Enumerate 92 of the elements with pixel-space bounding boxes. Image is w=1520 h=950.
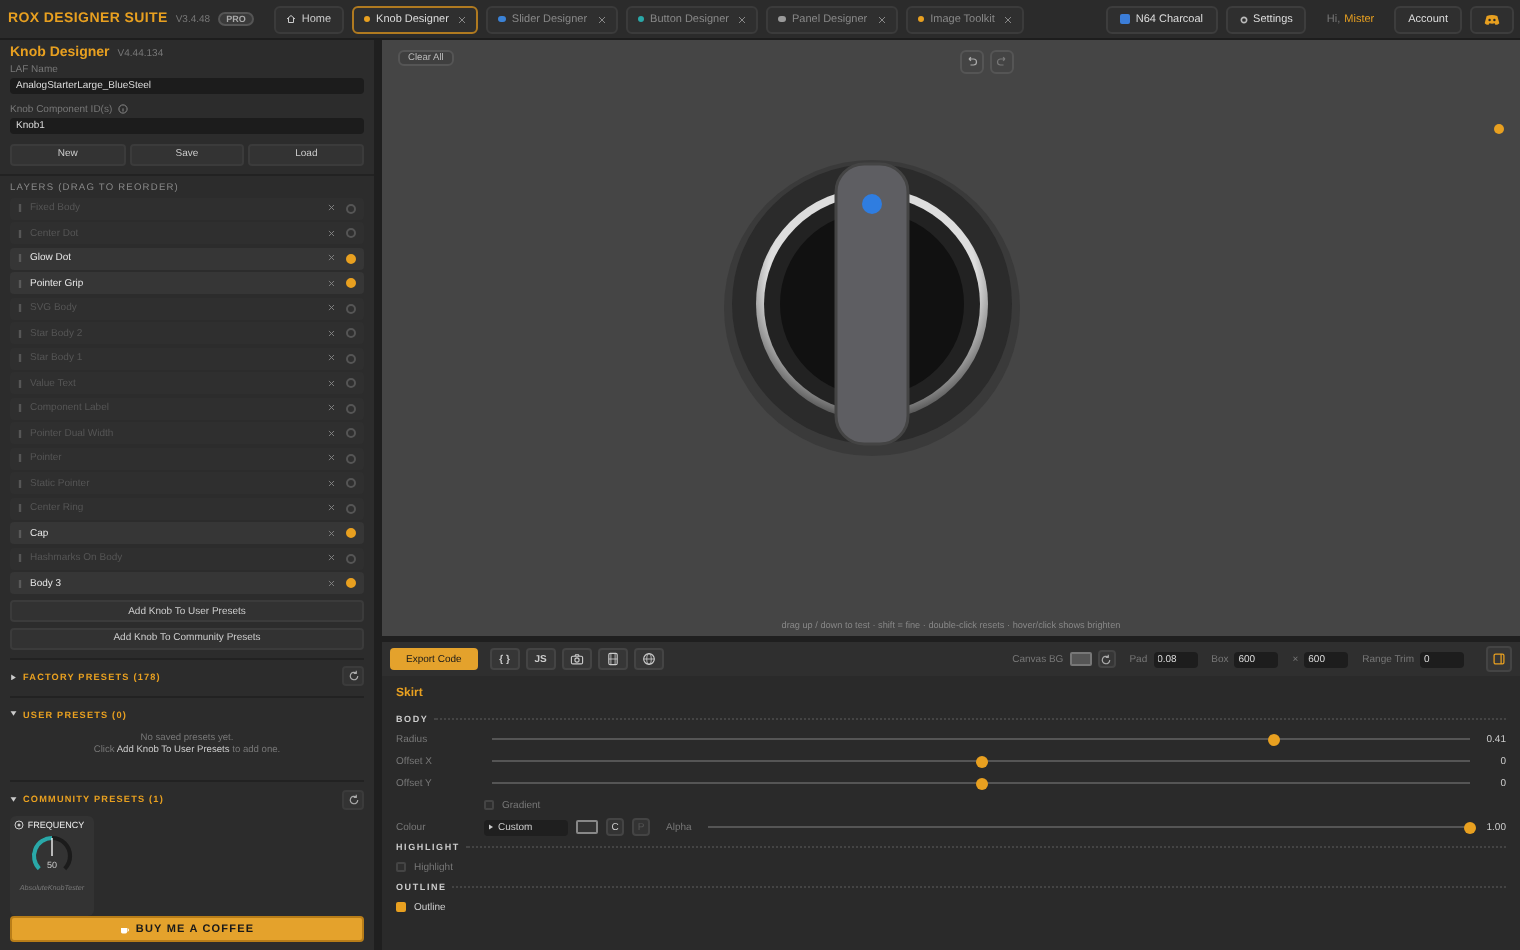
visibility-dot[interactable] <box>346 428 356 439</box>
canvas-bg-swatch[interactable] <box>1069 652 1092 666</box>
drag-handle-icon[interactable] <box>18 429 22 438</box>
home-icon <box>285 14 296 24</box>
drag-handle-icon[interactable] <box>18 529 22 538</box>
visibility-dot[interactable] <box>346 478 356 489</box>
visibility-dot[interactable] <box>346 328 356 339</box>
visibility-dot[interactable] <box>346 303 356 314</box>
drag-handle-icon[interactable] <box>18 404 22 413</box>
delete-icon[interactable] <box>327 504 334 512</box>
drag-handle-icon[interactable] <box>18 254 22 263</box>
delete-icon[interactable] <box>327 554 334 562</box>
close-icon[interactable] <box>1004 15 1013 23</box>
redo-button[interactable] <box>989 50 1014 74</box>
resize-handle-icon[interactable] <box>1494 124 1504 134</box>
close-icon[interactable] <box>597 15 606 23</box>
close-icon[interactable] <box>877 15 886 23</box>
delete-icon[interactable] <box>327 379 334 387</box>
slider-thumb[interactable] <box>1268 733 1281 745</box>
refresh-button[interactable] <box>342 666 364 687</box>
delete-icon[interactable] <box>327 254 334 262</box>
visibility-dot[interactable] <box>346 353 356 364</box>
visibility-dot[interactable] <box>346 378 356 389</box>
delete-icon[interactable] <box>327 529 334 537</box>
visibility-dot[interactable] <box>346 403 356 414</box>
delete-icon[interactable] <box>327 454 334 462</box>
drag-handle-icon[interactable] <box>18 554 22 563</box>
refresh-icon <box>347 670 359 683</box>
checkbox[interactable] <box>396 902 406 912</box>
slider-thumb[interactable] <box>975 755 987 767</box>
refresh-icon <box>1100 653 1113 665</box>
delete-icon[interactable] <box>327 429 334 437</box>
slider-thumb[interactable] <box>975 777 987 789</box>
undo-button[interactable] <box>959 50 984 74</box>
delete-icon[interactable] <box>327 479 334 487</box>
drag-handle-icon[interactable] <box>18 504 22 513</box>
redo-icon <box>995 56 1008 68</box>
visibility-dot[interactable] <box>346 228 356 239</box>
delete-icon[interactable] <box>327 204 334 212</box>
drag-handle-icon[interactable] <box>18 204 22 213</box>
expand-arrow-icon[interactable] <box>10 796 17 804</box>
drag-handle-icon[interactable] <box>18 579 22 588</box>
drag-handle-icon[interactable] <box>18 354 22 363</box>
drag-handle-icon[interactable] <box>18 229 22 238</box>
visibility-dot[interactable] <box>346 253 356 264</box>
delete-icon[interactable] <box>327 354 334 362</box>
close-icon[interactable] <box>458 15 467 23</box>
colour-swatch[interactable] <box>576 820 598 834</box>
gamepad-icon <box>1484 13 1500 25</box>
close-icon[interactable] <box>738 15 747 23</box>
refresh-button[interactable] <box>342 789 364 810</box>
checkbox[interactable] <box>396 862 406 872</box>
drag-handle-icon[interactable] <box>18 304 22 313</box>
delete-icon[interactable] <box>327 329 334 337</box>
film-icon <box>605 652 620 666</box>
coffee-cup-icon <box>119 925 130 934</box>
drag-handle-icon[interactable] <box>18 329 22 338</box>
drag-handle-icon[interactable] <box>18 379 22 388</box>
expand-arrow-icon[interactable] <box>10 673 17 680</box>
reset-button[interactable] <box>1097 650 1116 668</box>
drag-handle-icon[interactable] <box>18 279 22 288</box>
visibility-dot[interactable] <box>346 503 356 514</box>
gear-icon <box>1239 15 1248 23</box>
globe-button[interactable] <box>633 648 664 670</box>
panel-toggle-button[interactable] <box>1486 646 1512 672</box>
visibility-dot[interactable] <box>346 453 356 464</box>
visibility-dot[interactable] <box>346 528 356 539</box>
expand-arrow-icon[interactable] <box>10 710 17 718</box>
delete-icon[interactable] <box>327 404 334 412</box>
gear-icon[interactable] <box>14 820 24 831</box>
drag-handle-icon[interactable] <box>18 454 22 463</box>
visibility-dot[interactable] <box>346 578 356 589</box>
film-button[interactable] <box>597 648 628 670</box>
camera-button[interactable] <box>561 648 592 670</box>
delete-icon[interactable] <box>327 304 334 312</box>
globe-icon <box>641 652 656 666</box>
visibility-dot[interactable] <box>346 553 356 564</box>
camera-icon <box>569 652 584 666</box>
checkbox[interactable] <box>484 800 494 810</box>
chat-button[interactable] <box>1470 5 1514 33</box>
delete-icon[interactable] <box>327 229 334 237</box>
side-panel-icon <box>1492 652 1506 666</box>
drag-handle-icon[interactable] <box>18 479 22 488</box>
undo-icon <box>965 56 978 68</box>
delete-icon[interactable] <box>327 279 334 287</box>
slider-thumb[interactable] <box>1464 821 1476 833</box>
visibility-dot[interactable] <box>346 278 356 289</box>
refresh-icon <box>347 793 359 806</box>
visibility-dot[interactable] <box>346 203 356 214</box>
info-icon[interactable] <box>118 104 129 115</box>
caret-icon <box>488 824 494 830</box>
delete-icon[interactable] <box>327 579 334 587</box>
